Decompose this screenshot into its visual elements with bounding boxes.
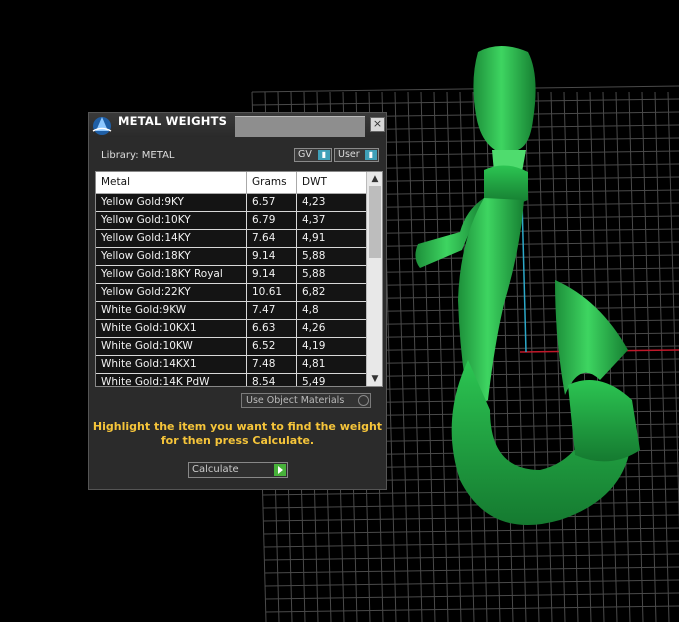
grams-cell: 6.63 bbox=[246, 320, 296, 337]
metal-cell: Yellow Gold:18KY bbox=[101, 250, 191, 262]
metal-table: Metal Grams DWT Yellow Gold:9KY 6.57 4,23 Y… bbox=[95, 171, 383, 387]
dwt-cell: 5,49 bbox=[296, 374, 354, 386]
grams-cell: 9.14 bbox=[246, 248, 296, 265]
dwt-cell: 5,88 bbox=[296, 248, 354, 265]
dwt-cell: 4,23 bbox=[296, 194, 354, 211]
table-row[interactable]: White Gold:14KX1 7.48 4,81 bbox=[96, 356, 366, 374]
metal-cell: Yellow Gold:9KY bbox=[101, 196, 184, 208]
calculate-label: Calculate bbox=[192, 464, 239, 475]
metal-cell: White Gold:10KX1 bbox=[101, 322, 197, 334]
dwt-cell: 5,88 bbox=[296, 266, 354, 283]
dwt-cell: 4,81 bbox=[296, 356, 354, 373]
library-label: Library: METAL bbox=[101, 150, 175, 161]
grams-cell: 9.14 bbox=[246, 266, 296, 283]
grams-cell: 6.79 bbox=[246, 212, 296, 229]
scroll-up-icon[interactable]: ▲ bbox=[367, 172, 382, 186]
column-header-dwt[interactable]: DWT bbox=[296, 172, 354, 193]
table-scrollbar[interactable]: ▲ ▼ bbox=[366, 172, 382, 386]
metal-cell: Yellow Gold:14KY bbox=[101, 232, 191, 244]
table-row[interactable]: Yellow Gold:22KY 10.61 6,82 bbox=[96, 284, 366, 302]
user-toggle-indicator-icon: ▮ bbox=[365, 150, 377, 160]
table-row[interactable]: White Gold:9KW 7.47 4,8 bbox=[96, 302, 366, 320]
metal-cell: White Gold:14K PdW bbox=[101, 376, 210, 387]
grams-cell: 6.57 bbox=[246, 194, 296, 211]
use-object-materials-toggle[interactable]: Use Object Materials bbox=[241, 393, 371, 408]
use-object-materials-label: Use Object Materials bbox=[246, 395, 345, 406]
grams-cell: 6.52 bbox=[246, 338, 296, 355]
metal-cell: White Gold:10KW bbox=[101, 340, 193, 352]
dwt-cell: 6,82 bbox=[296, 284, 354, 301]
gv-label: GV bbox=[298, 149, 312, 160]
grams-cell: 7.64 bbox=[246, 230, 296, 247]
grams-cell: 7.47 bbox=[246, 302, 296, 319]
dwt-cell: 4,91 bbox=[296, 230, 354, 247]
table-row[interactable]: White Gold:10KX1 6.63 4,26 bbox=[96, 320, 366, 338]
metal-weights-dialog: METAL WEIGHTS × Library: METAL GV ▮ User… bbox=[88, 112, 387, 490]
metal-cell: Yellow Gold:10KY bbox=[101, 214, 191, 226]
instruction-line-1: Highlight the item you want to find the … bbox=[92, 420, 383, 433]
column-header-grams[interactable]: Grams bbox=[246, 172, 296, 193]
gv-toggle-indicator-icon: ▮ bbox=[318, 150, 330, 160]
dwt-cell: 4,8 bbox=[296, 302, 354, 319]
scroll-down-icon[interactable]: ▼ bbox=[367, 372, 382, 386]
title-tab bbox=[235, 116, 365, 137]
grams-cell: 10.61 bbox=[246, 284, 296, 301]
grams-cell: 7.48 bbox=[246, 356, 296, 373]
dwt-cell: 4,19 bbox=[296, 338, 354, 355]
scroll-thumb[interactable] bbox=[369, 186, 381, 258]
play-arrow-icon bbox=[274, 464, 286, 476]
metal-cell: White Gold:9KW bbox=[101, 304, 187, 316]
y-axis-line bbox=[521, 199, 527, 353]
dialog-titlebar[interactable]: METAL WEIGHTS × bbox=[89, 113, 386, 137]
user-label: User bbox=[338, 149, 360, 160]
app-logo-icon bbox=[92, 117, 112, 135]
dialog-title: METAL WEIGHTS bbox=[118, 114, 228, 128]
table-row[interactable]: Yellow Gold:18KY 9.14 5,88 bbox=[96, 248, 366, 266]
table-row[interactable]: Yellow Gold:18KY Royal 9.14 5,88 bbox=[96, 266, 366, 284]
table-row[interactable]: White Gold:14K PdW 8.54 5,49 bbox=[96, 374, 366, 387]
gv-toggle[interactable]: GV ▮ bbox=[294, 148, 332, 162]
table-row[interactable]: Yellow Gold:10KY 6.79 4,37 bbox=[96, 212, 366, 230]
instruction-line-2: for then press Calculate. bbox=[160, 434, 315, 447]
grams-cell: 8.54 bbox=[246, 374, 296, 386]
column-header-metal[interactable]: Metal bbox=[96, 172, 246, 193]
metal-cell: White Gold:14KX1 bbox=[101, 358, 197, 370]
instruction-text: Highlight the item you want to find the … bbox=[89, 420, 386, 448]
calculate-button[interactable]: Calculate bbox=[188, 462, 288, 478]
table-row[interactable]: Yellow Gold:9KY 6.57 4,23 bbox=[96, 194, 366, 212]
user-toggle[interactable]: User ▮ bbox=[334, 148, 379, 162]
radio-icon bbox=[358, 395, 369, 406]
dwt-cell: 4,37 bbox=[296, 212, 354, 229]
table-body: Yellow Gold:9KY 6.57 4,23 Yellow Gold:10KY 6… bbox=[96, 194, 366, 387]
close-icon[interactable]: × bbox=[370, 117, 385, 132]
table-header: Metal Grams DWT bbox=[96, 172, 366, 194]
dwt-cell: 4,26 bbox=[296, 320, 354, 337]
metal-cell: Yellow Gold:22KY bbox=[101, 286, 191, 298]
table-row[interactable]: White Gold:10KW 6.52 4,19 bbox=[96, 338, 366, 356]
metal-cell: Yellow Gold:18KY Royal bbox=[101, 268, 223, 280]
table-row[interactable]: Yellow Gold:14KY 7.64 4,91 bbox=[96, 230, 366, 248]
